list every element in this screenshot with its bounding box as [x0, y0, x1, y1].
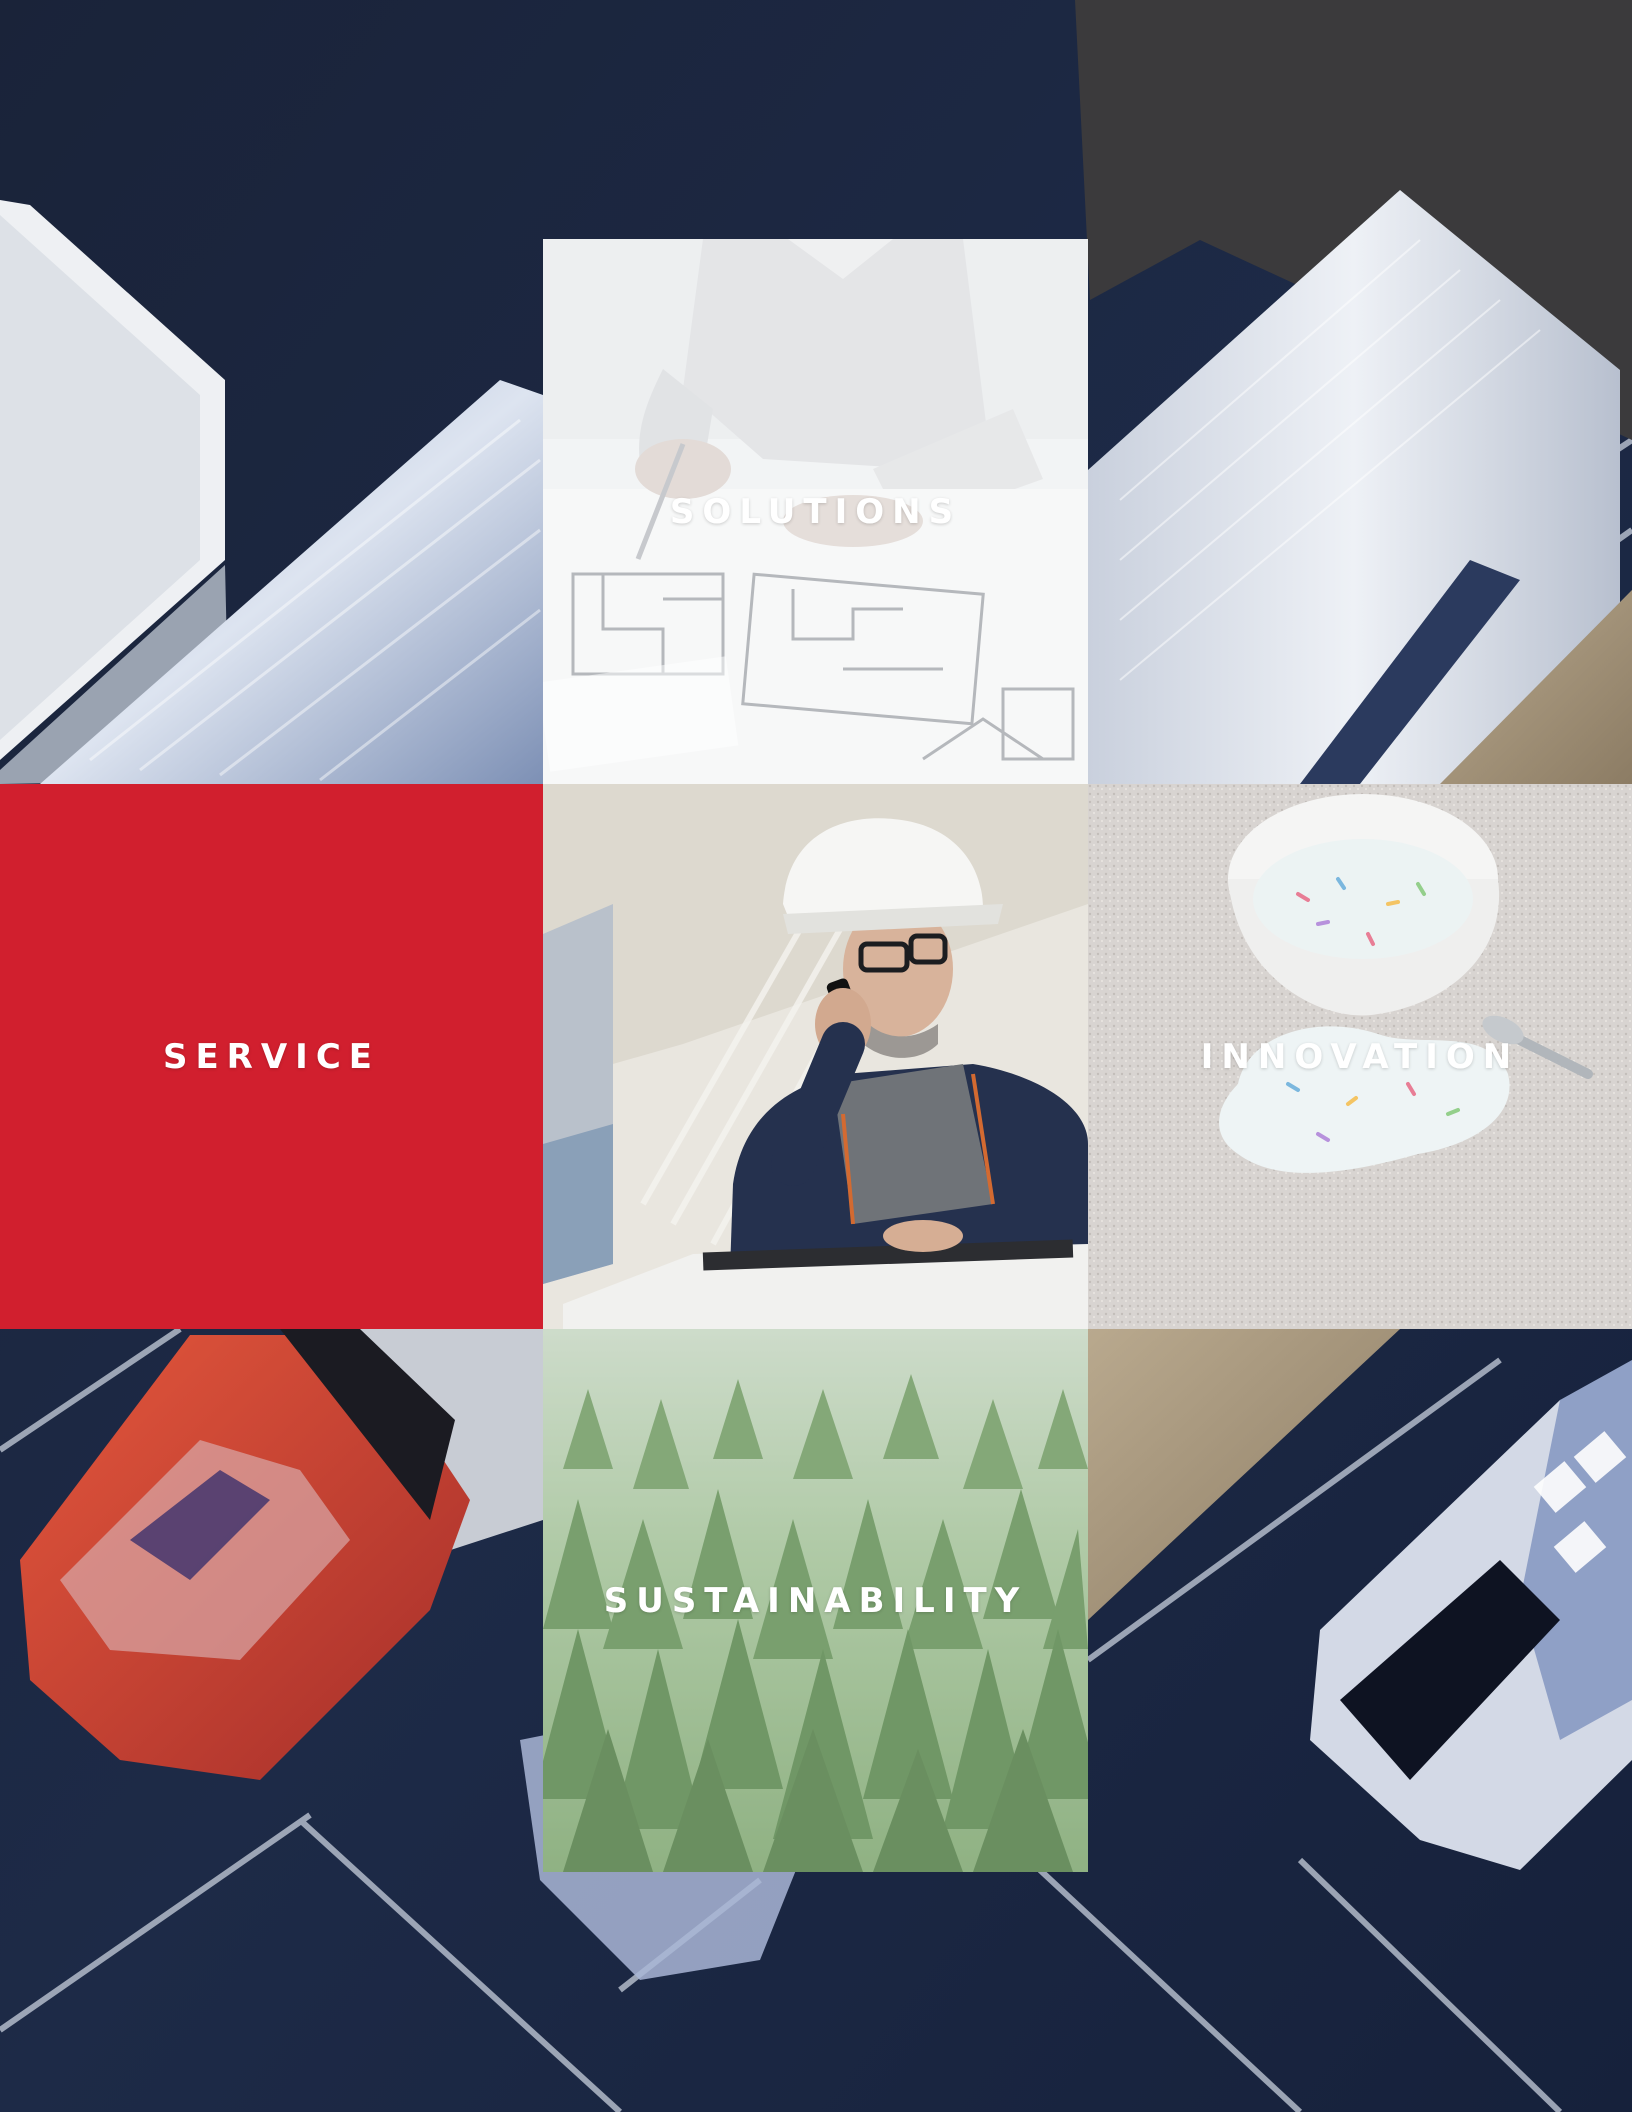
engineer-hard-hat-image: [543, 784, 1088, 1329]
tile-innovation[interactable]: INNOVATION: [1088, 784, 1632, 1329]
tile-solutions[interactable]: SOLUTIONS: [543, 239, 1088, 784]
service-label: SERVICE: [162, 1036, 381, 1077]
tile-sustainability[interactable]: SUSTAINABILITY: [543, 1329, 1088, 1872]
engineer-photo: [543, 784, 1088, 1329]
innovation-label: INNOVATION: [1200, 1036, 1520, 1077]
tile-service[interactable]: SERVICE: [0, 784, 543, 1329]
solutions-label: SOLUTIONS: [669, 491, 962, 532]
sustainability-label: SUSTAINABILITY: [603, 1580, 1028, 1621]
page: SOLUTIONS SERVICE INNOVATION SUSTAINABIL…: [0, 0, 1632, 2112]
